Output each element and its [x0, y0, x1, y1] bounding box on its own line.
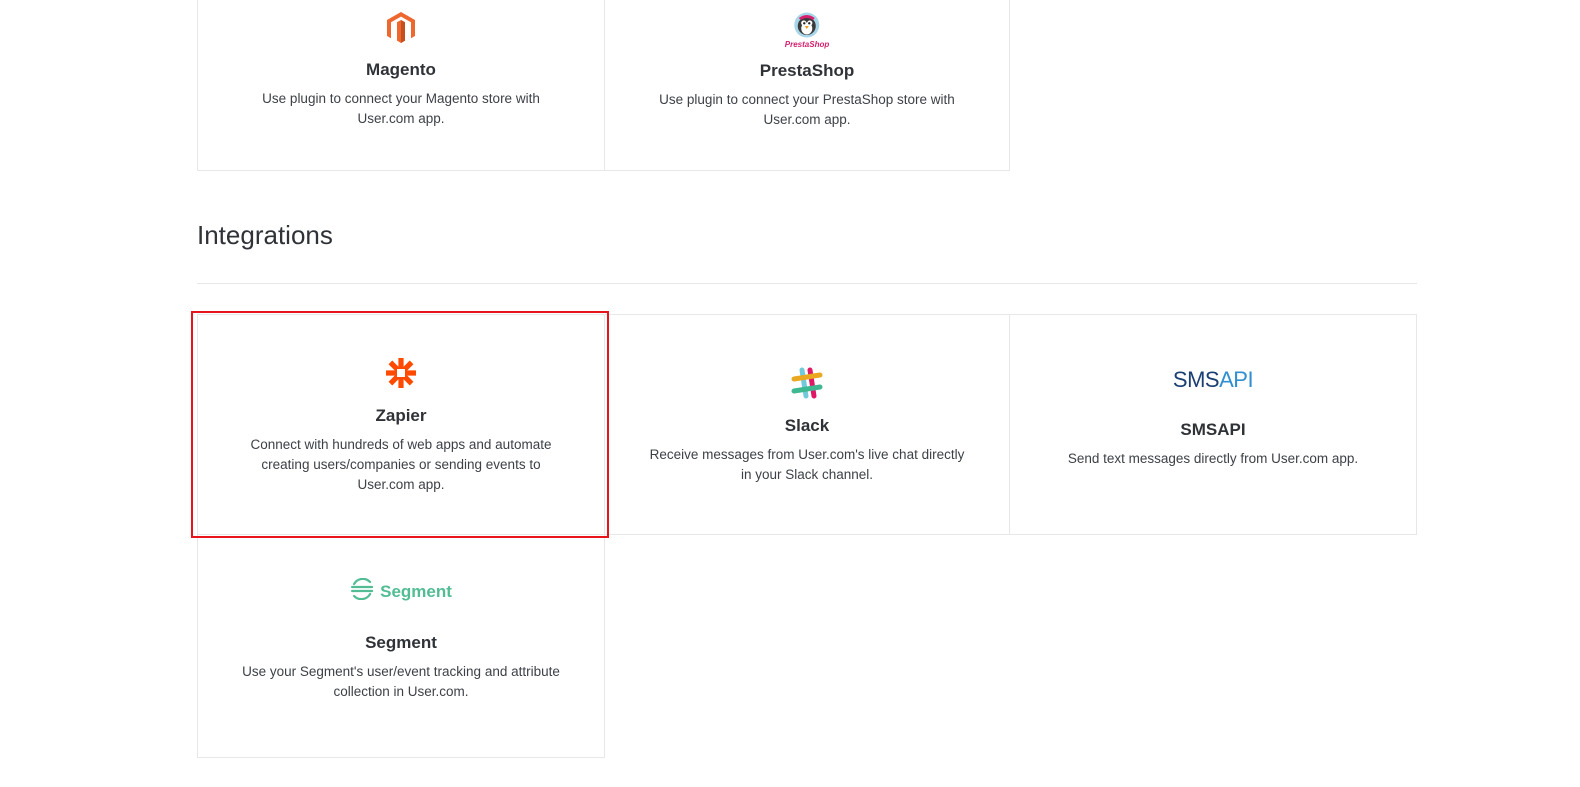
- card-description: Connect with hundreds of web apps and au…: [250, 437, 552, 492]
- plugin-card-magento[interactable]: Magento Use plugin to connect your Magen…: [197, 0, 605, 171]
- card-title: Magento: [366, 60, 436, 79]
- integration-card-zapier[interactable]: Zapier Connect with hundreds of web apps…: [197, 314, 605, 535]
- integration-card-segment[interactable]: Segment Segment Use your Segment's user/…: [197, 534, 605, 758]
- segment-logo: Segment: [350, 577, 452, 605]
- prestashop-logo-text: PrestaShop: [784, 40, 830, 49]
- integrations-page: Magento Use plugin to connect your Magen…: [0, 0, 1580, 787]
- segment-logo-text: Segment: [380, 581, 452, 601]
- smsapi-logo-text-a: SMS: [1172, 367, 1220, 392]
- card-description: Use plugin to connect your PrestaShop st…: [659, 92, 955, 127]
- card-title: Segment: [365, 633, 437, 652]
- magento-logo-icon: [387, 12, 415, 49]
- card-title: Slack: [784, 416, 830, 435]
- plugin-card-prestashop[interactable]: PrestaShop PrestaShop Use plugin to conn…: [604, 0, 1010, 171]
- zapier-asterisk-icon: [385, 357, 417, 394]
- card-description: Send text messages directly from User.co…: [1067, 451, 1359, 466]
- prestashop-logo-icon: PrestaShop: [785, 12, 829, 49]
- section-divider: [197, 283, 1417, 284]
- card-description: Use your Segment's user/event tracking a…: [242, 664, 560, 699]
- integration-card-slack[interactable]: Slack Receive messages from User.com's l…: [604, 314, 1010, 535]
- integration-card-smsapi[interactable]: SMSAPI SMSAPI Send text messages directl…: [1009, 314, 1417, 535]
- card-title: PrestaShop: [759, 61, 855, 80]
- card-title: Zapier: [375, 406, 427, 425]
- card-description: Receive messages from User.com's live ch…: [649, 447, 965, 482]
- section-title-integrations: Integrations: [197, 220, 333, 250]
- segment-logo-icon: [350, 577, 374, 605]
- card-description: Use plugin to connect your Magento store…: [262, 91, 540, 126]
- slack-hash-icon: [790, 366, 824, 405]
- card-title: SMSAPI: [1180, 420, 1246, 439]
- smsapi-logo-text-b: API: [1219, 367, 1254, 392]
- smsapi-logo: SMSAPI: [1172, 367, 1254, 393]
